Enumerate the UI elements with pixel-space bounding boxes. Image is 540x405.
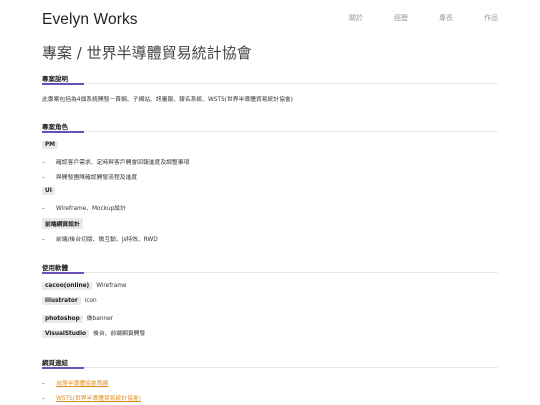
software-row: photoshop 做banner: [42, 313, 113, 323]
software-desc: icon: [84, 298, 97, 304]
list-item: – 前端/後台切版、微互動、js特效、RWD: [42, 234, 158, 243]
software-desc: 後台、前端網頁開發: [93, 331, 146, 337]
dash-bullet: –: [42, 237, 45, 243]
site-header: Evelyn Works 關於 經歷 專長 作品: [42, 10, 498, 32]
dash-bullet: –: [42, 175, 45, 181]
main-nav: 關於 經歷 專長 作品: [318, 13, 498, 23]
nav-about[interactable]: 關於: [349, 13, 363, 23]
page-title: 專案 / 世界半導體貿易統計協會: [42, 44, 252, 62]
software-tag: photoshop: [42, 315, 83, 323]
software-row: illustrator icon: [42, 297, 97, 305]
dash-bullet: –: [42, 160, 45, 166]
role-tag-row: PM: [42, 141, 62, 149]
section-heading-links: 網頁連結: [42, 359, 84, 369]
site-brand[interactable]: Evelyn Works: [42, 11, 138, 29]
software-tag: VisualStudio: [42, 330, 90, 338]
link-wsts[interactable]: WSTS(世界半導體貿易統計協會): [56, 396, 141, 402]
list-item-text: 前端/後台切版、微互動、js特效、RWD: [56, 237, 158, 243]
list-item: – WSTS(世界半導體貿易統計協會): [42, 393, 141, 402]
software-row: VisualStudio 後台、前端網頁開發: [42, 328, 145, 338]
nav-works[interactable]: 作品: [484, 13, 498, 23]
software-row: cacoo(online) Wireframe: [42, 282, 126, 290]
section-divider: [42, 272, 498, 273]
role-tag-row: UI: [42, 187, 59, 195]
section-heading-role: 專案角色: [42, 123, 84, 133]
software-tag: cacoo(online): [42, 282, 93, 290]
dash-bullet: –: [42, 381, 45, 387]
software-desc: 做banner: [86, 316, 114, 322]
dash-bullet: –: [42, 396, 45, 402]
list-item: – Wireframe、Mockup設計: [42, 203, 126, 212]
section-divider: [42, 367, 498, 368]
list-item: – 與開發團隊確認開發流程及進度: [42, 172, 137, 181]
software-tag: illustrator: [42, 297, 81, 305]
role-tag-pm: PM: [42, 141, 59, 149]
list-item-text: Wireframe、Mockup設計: [56, 206, 126, 212]
nav-skills[interactable]: 專長: [439, 13, 453, 23]
software-desc: Wireframe: [96, 283, 127, 289]
link-tsia[interactable]: 台灣半導體協會首網: [56, 381, 108, 387]
role-tag-ui: UI: [42, 187, 55, 195]
section-heading-software: 使用軟體: [42, 264, 84, 274]
section-divider: [42, 131, 498, 132]
role-tag-row: 前端網頁設計: [42, 218, 87, 229]
dash-bullet: –: [42, 206, 45, 212]
list-item: – 台灣半導體協會首網: [42, 378, 108, 387]
project-description: 此專案包括為4個系統開發－首網、子網站、訊審報、報名系統、WSTS(世界半導體貿…: [42, 97, 293, 103]
list-item-text: 確認客戶需求、定時與客戶開會回報進度及調整事項: [56, 160, 190, 166]
list-item: – 確認客戶需求、定時與客戶開會回報進度及調整事項: [42, 157, 189, 166]
list-item-text: 與開發團隊確認開發流程及進度: [56, 175, 138, 181]
section-heading-description: 專案說明: [42, 75, 84, 85]
nav-experience[interactable]: 經歷: [394, 13, 408, 23]
role-tag-frontend: 前端網頁設計: [42, 218, 83, 229]
section-divider: [42, 83, 498, 84]
